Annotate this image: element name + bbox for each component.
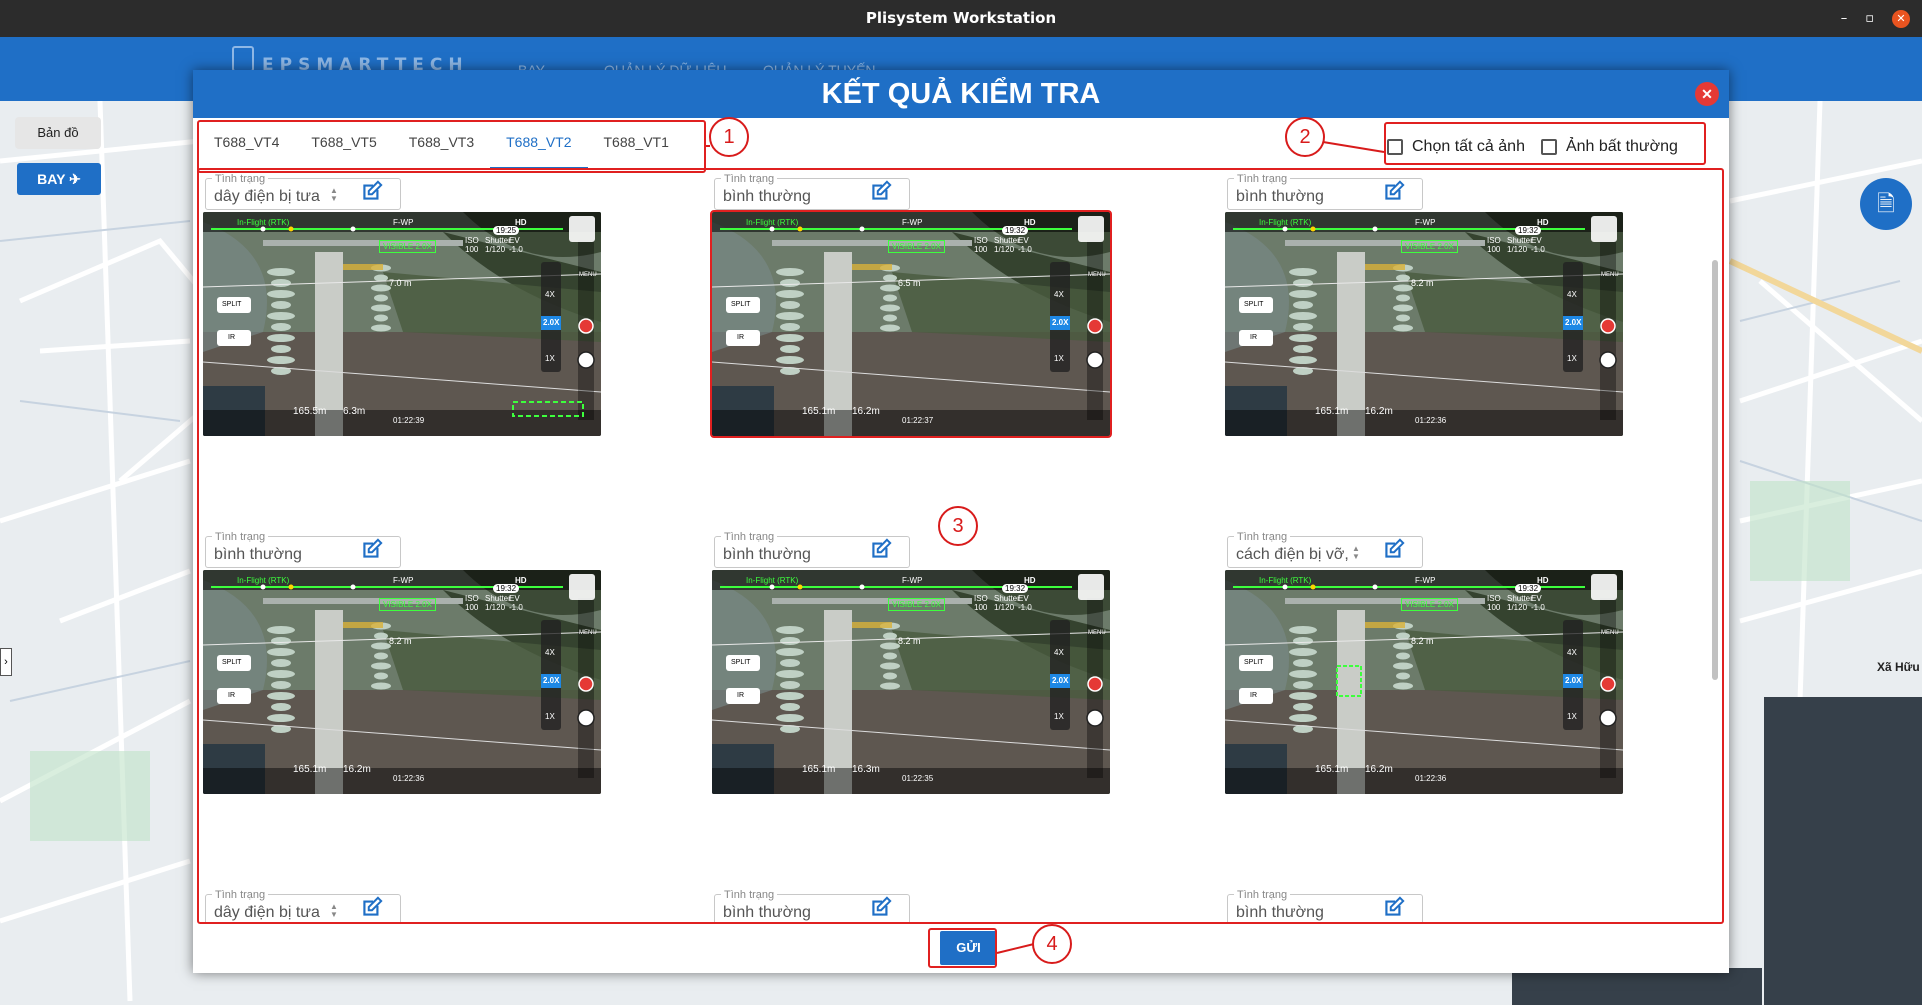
annotation-leaders: [706, 141, 1385, 954]
marker-2: 2: [1285, 117, 1325, 157]
marker-1: 1: [709, 117, 749, 157]
marker-4: 4: [1032, 924, 1072, 964]
marker-3: 3: [938, 506, 978, 546]
